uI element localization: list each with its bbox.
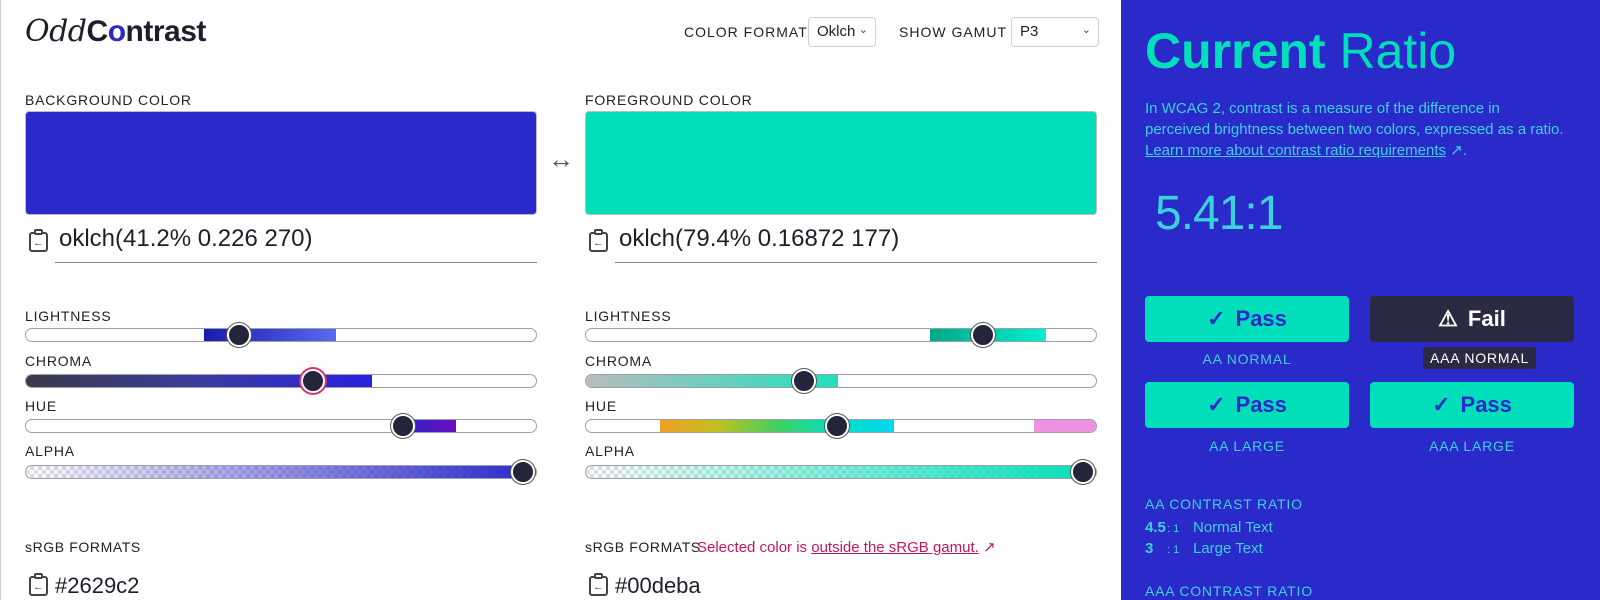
- color-format-value: Oklch: [817, 23, 856, 40]
- panel-title-bold: Current: [1145, 23, 1326, 79]
- ratio-value: 4.5: [1145, 519, 1166, 536]
- color-format-label: COLOR FORMAT: [684, 24, 808, 40]
- gamut-warning: Selected color is outside the sRGB gamut…: [697, 538, 996, 556]
- color-editor-panel: OddContrast COLOR FORMAT Oklch ⌄ SHOW GA…: [0, 0, 1121, 600]
- aa-large-label: AA LARGE: [1209, 438, 1285, 454]
- fg-hue-thumb[interactable]: [825, 414, 849, 438]
- logo[interactable]: OddContrast: [25, 14, 206, 50]
- aa-normal-label: AA NORMAL: [1202, 351, 1292, 367]
- check-icon: ✓: [1207, 306, 1226, 331]
- show-gamut-label: SHOW GAMUT: [899, 24, 1007, 40]
- bg-hue-label: HUE: [25, 398, 57, 414]
- aa-contrast-ratio-heading: AA CONTRAST RATIO: [1145, 496, 1303, 512]
- external-link-icon: ↗: [1450, 142, 1463, 159]
- color-format-select[interactable]: Oklch ⌄: [808, 17, 876, 47]
- panel-title-rest: Ratio: [1339, 23, 1457, 79]
- logo-odd: Odd: [25, 14, 87, 49]
- fg-lightness-thumb[interactable]: [971, 323, 995, 347]
- copy-icon[interactable]: ←: [587, 572, 613, 598]
- aa-large-row: 3 : 1 Large Text: [1145, 540, 1263, 557]
- check-icon: ✓: [1432, 392, 1451, 417]
- intro-end: .: [1462, 142, 1467, 159]
- fg-hue-label: HUE: [585, 398, 617, 414]
- fg-chroma-label: CHROMA: [585, 353, 653, 369]
- swap-colors-icon[interactable]: ↔: [548, 144, 574, 175]
- bg-hue-thumb[interactable]: [391, 414, 415, 438]
- bg-chroma-slider[interactable]: [25, 374, 537, 388]
- warning-icon: ⚠: [1438, 306, 1458, 331]
- aaa-normal-label: AAA NORMAL: [1423, 347, 1537, 369]
- gamut-warning-text: Selected color is: [697, 539, 812, 556]
- panel-title: Current Ratio: [1145, 22, 1456, 80]
- ratio-value: 3: [1145, 540, 1154, 557]
- fg-lightness-slider[interactable]: [585, 328, 1097, 342]
- result-status: Pass: [1235, 392, 1287, 417]
- chevron-down-icon: ⌄: [1081, 24, 1091, 36]
- ratio-text: Normal Text: [1193, 519, 1273, 536]
- show-gamut-select[interactable]: P3 ⌄: [1011, 17, 1099, 47]
- intro-text: In WCAG 2, contrast is a measure of the …: [1145, 100, 1564, 138]
- bg-chroma-label: CHROMA: [25, 353, 93, 369]
- external-link-icon: ↗: [983, 539, 996, 556]
- bg-lightness-thumb[interactable]: [227, 323, 251, 347]
- background-color-label: BACKGROUND COLOR: [25, 92, 192, 108]
- fg-chroma-slider[interactable]: [585, 374, 1097, 388]
- fg-alpha-label: ALPHA: [585, 443, 635, 459]
- foreground-value-underline: [615, 262, 1097, 263]
- bg-alpha-thumb[interactable]: [511, 460, 535, 484]
- fg-lightness-label: LIGHTNESS: [585, 308, 672, 324]
- bg-lightness-label: LIGHTNESS: [25, 308, 112, 324]
- aa-large-result: ✓ Pass: [1145, 382, 1349, 428]
- aaa-large-result: ✓ Pass: [1370, 382, 1574, 428]
- ratio-unit: : 1: [1167, 544, 1180, 556]
- bg-hex-value[interactable]: #2629c2: [55, 573, 139, 599]
- result-status: Fail: [1467, 306, 1506, 331]
- bg-srgb-formats-label: sRGB FORMATS: [25, 539, 141, 555]
- copy-icon[interactable]: ←: [27, 572, 53, 598]
- result-status: Pass: [1460, 392, 1512, 417]
- fg-alpha-slider[interactable]: [585, 465, 1097, 479]
- aa-normal-row: 4.5: 1 Normal Text: [1145, 519, 1273, 536]
- panel-intro: In WCAG 2, contrast is a measure of the …: [1145, 98, 1565, 161]
- copy-icon[interactable]: ←: [587, 228, 613, 254]
- gamut-warning-link[interactable]: outside the sRGB gamut.: [811, 539, 979, 556]
- check-icon: ✓: [1207, 392, 1226, 417]
- show-gamut-value: P3: [1020, 23, 1039, 40]
- fg-srgb-formats-label: sRGB FORMATS: [585, 539, 701, 555]
- bg-hue-slider[interactable]: [25, 419, 537, 433]
- logo-contrast: Contrast: [86, 15, 207, 48]
- copy-icon[interactable]: ←: [27, 228, 53, 254]
- result-status: Pass: [1235, 306, 1287, 331]
- contrast-ratio: 5.41:1: [1155, 187, 1283, 240]
- fg-hex-value[interactable]: #00deba: [615, 573, 701, 599]
- chevron-down-icon: ⌄: [858, 24, 868, 36]
- foreground-color-label: FOREGROUND COLOR: [585, 92, 753, 108]
- aaa-contrast-ratio-heading: AAA CONTRAST RATIO: [1145, 583, 1313, 599]
- background-value-underline: [55, 262, 537, 263]
- ratio-panel: Current Ratio In WCAG 2, contrast is a m…: [1121, 0, 1600, 600]
- ratio-unit: : 1: [1167, 523, 1180, 535]
- learn-more-link[interactable]: Learn more about contrast ratio requirem…: [1145, 142, 1446, 159]
- bg-alpha-slider[interactable]: [25, 465, 537, 479]
- aaa-large-label: AAA LARGE: [1429, 438, 1515, 454]
- bg-chroma-thumb[interactable]: [301, 369, 325, 393]
- ratio-text: Large Text: [1193, 540, 1263, 557]
- aa-normal-result: ✓ Pass: [1145, 296, 1349, 342]
- bg-alpha-label: ALPHA: [25, 443, 75, 459]
- foreground-swatch: [585, 111, 1097, 215]
- fg-chroma-thumb[interactable]: [792, 369, 816, 393]
- bg-lightness-slider[interactable]: [25, 328, 537, 342]
- aaa-normal-result: ⚠ Fail: [1370, 296, 1574, 342]
- background-swatch: [25, 111, 537, 215]
- fg-alpha-thumb[interactable]: [1071, 460, 1095, 484]
- foreground-value-input[interactable]: oklch(79.4% 0.16872 177): [619, 225, 899, 253]
- background-value-input[interactable]: oklch(41.2% 0.226 270): [59, 225, 313, 253]
